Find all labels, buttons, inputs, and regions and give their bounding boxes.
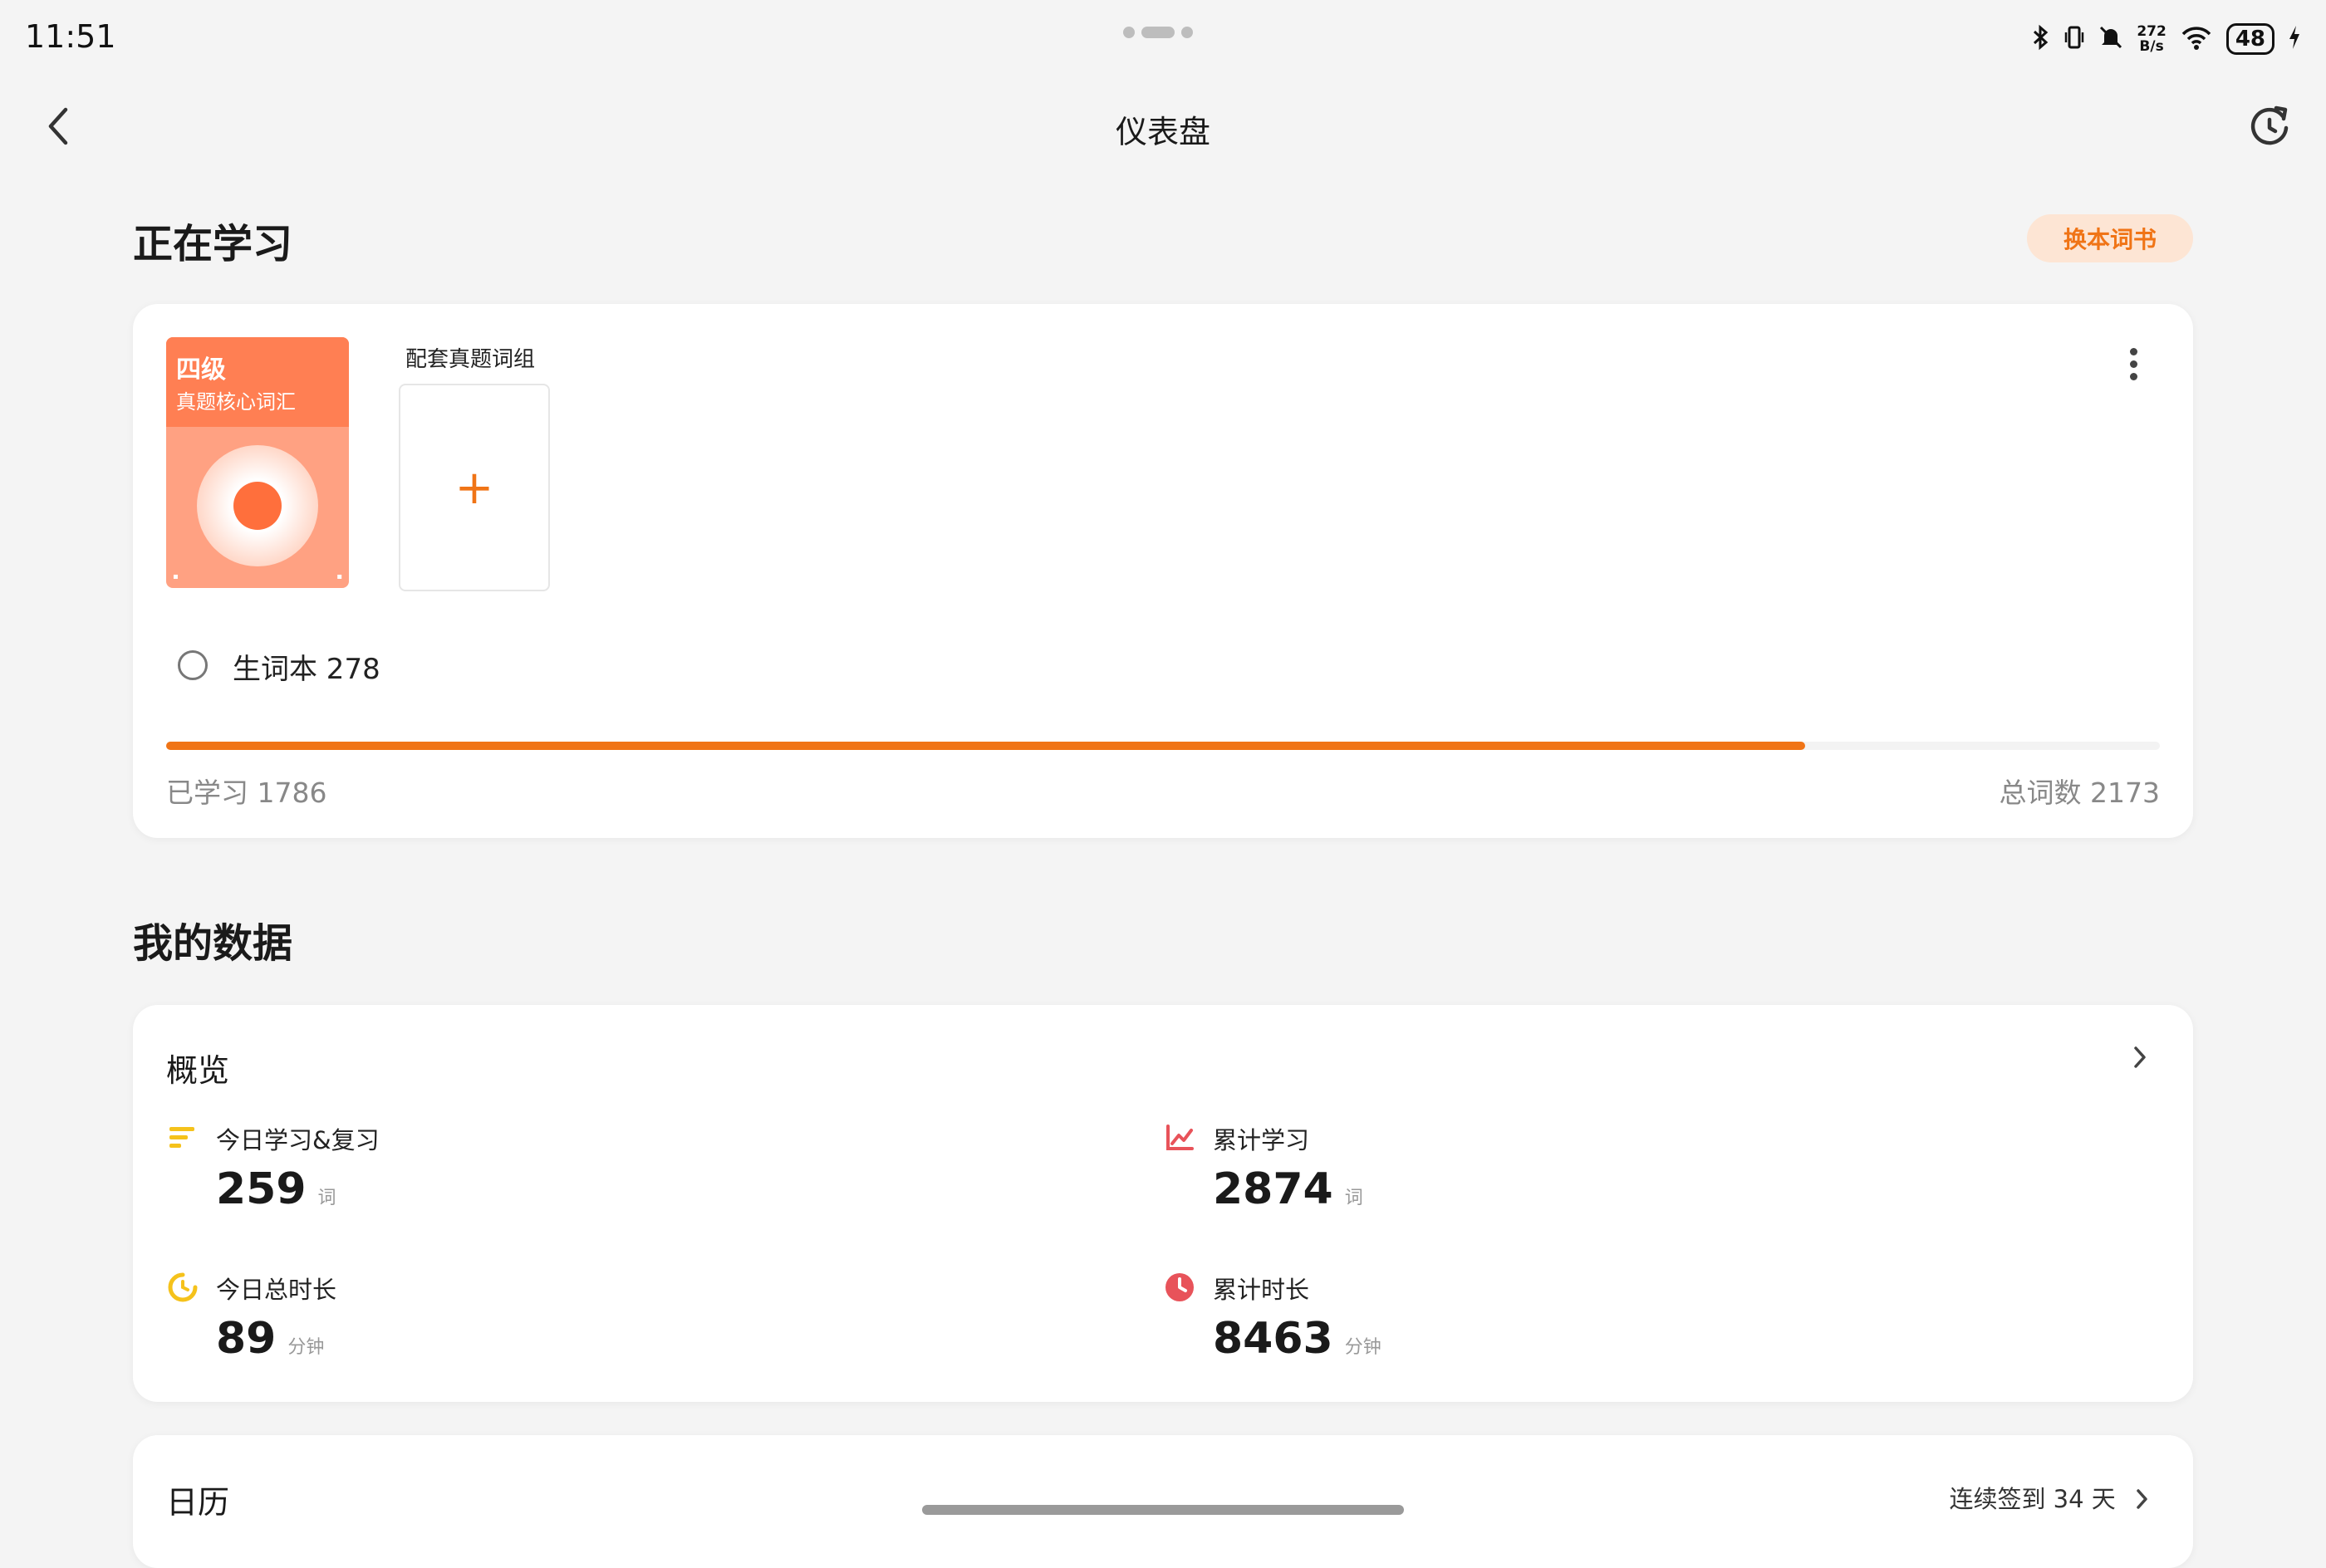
book-cover[interactable]: 四级 真题核心词汇 ▪ ▪ — [166, 337, 349, 588]
page-title: 仪表盘 — [1115, 114, 1210, 150]
book-level: 四级 — [176, 355, 226, 385]
clock-icon — [1163, 1271, 1196, 1304]
multitask-dots[interactable] — [1123, 27, 1193, 38]
total-duration-label: 累计时长 — [1213, 1276, 1310, 1304]
today-study-value: 259 — [216, 1164, 307, 1214]
total-duration-value: 8463 — [1213, 1314, 1333, 1364]
total-study-value: 2874 — [1213, 1164, 1333, 1214]
checkin-streak-label: 连续签到 34 天 — [1949, 1485, 2116, 1513]
today-study-unit: 词 — [317, 1188, 336, 1208]
calendar-chevron-right-icon — [2137, 1489, 2147, 1509]
refresh-button[interactable] — [2243, 100, 2296, 153]
paired-phrases-label: 配套真题词组 — [405, 347, 536, 372]
learned-count: 已学习 1786 — [166, 777, 327, 809]
refresh-icon — [2250, 105, 2289, 145]
overview-card[interactable] — [133, 1005, 2193, 1402]
wifi-icon — [2180, 24, 2213, 54]
home-indicator[interactable] — [922, 1505, 1404, 1515]
line-chart-icon — [1163, 1121, 1196, 1154]
today-duration-label: 今日总时长 — [216, 1276, 337, 1304]
bluetooth-icon — [2032, 24, 2050, 54]
today-duration-value: 89 — [216, 1314, 277, 1364]
calendar-card[interactable] — [133, 1435, 2193, 1568]
status-icons: 272 B/s 48 — [2032, 23, 2301, 55]
today-study-label: 今日学习&复习 — [216, 1126, 380, 1154]
total-study-unit: 词 — [1344, 1188, 1363, 1208]
vibrate-icon — [2063, 24, 2085, 54]
today-duration-unit: 分钟 — [287, 1337, 325, 1358]
progress-ring-icon — [166, 1271, 199, 1304]
overview-chevron-right-icon[interactable] — [2132, 1045, 2148, 1076]
total-duration-unit: 分钟 — [1344, 1337, 1381, 1358]
vocab-book-radio[interactable] — [178, 650, 208, 680]
checkin-streak[interactable]: 连续签到 34 天 — [1949, 1480, 2150, 1515]
calendar-title: 日历 — [166, 1484, 230, 1521]
learning-progress-fill — [166, 742, 1805, 750]
network-speed: 272 B/s — [2137, 23, 2167, 55]
total-count: 总词数 2173 — [1999, 777, 2160, 809]
overview-title: 概览 — [166, 1052, 230, 1089]
battery-icon: 48 — [2225, 23, 2274, 55]
add-phrase-book-button[interactable]: + — [399, 384, 550, 591]
my-data-section-title: 我的数据 — [133, 920, 293, 967]
more-options-button[interactable] — [2117, 341, 2150, 387]
mute-icon — [2098, 24, 2123, 54]
studying-section-title: 正在学习 — [133, 221, 293, 267]
vocab-book-label[interactable]: 生词本 278 — [233, 646, 380, 687]
status-time: 11:51 — [25, 18, 116, 55]
plus-icon: + — [454, 460, 494, 515]
book-subtitle: 真题核心词汇 — [176, 390, 296, 414]
learning-progress-bar — [166, 742, 2160, 750]
total-study-label: 累计学习 — [1213, 1126, 1310, 1154]
list-icon — [166, 1121, 199, 1154]
charging-icon — [2288, 24, 2301, 54]
switch-book-button[interactable]: 换本词书 — [2027, 214, 2193, 262]
